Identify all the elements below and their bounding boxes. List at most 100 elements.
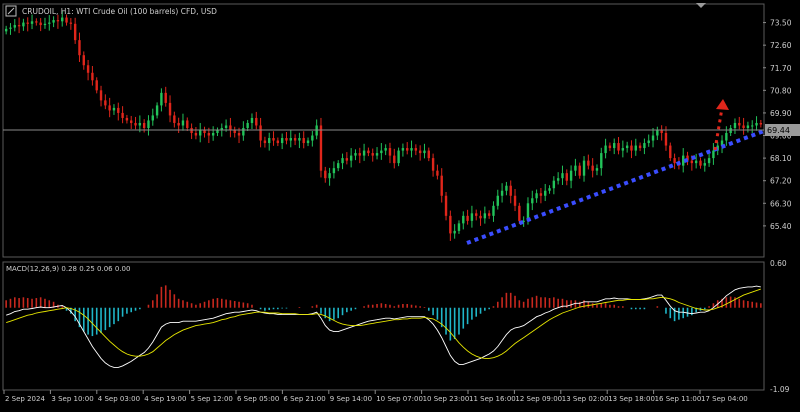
candle-body[interactable] [621,148,625,151]
candle-body[interactable] [186,120,189,128]
candle-body[interactable] [462,215,465,224]
candle-body[interactable] [112,107,116,111]
candle-body[interactable] [375,153,379,156]
candle-body[interactable] [358,153,361,156]
candle-body[interactable] [99,90,103,101]
candle-body[interactable] [518,205,521,221]
candle-body[interactable] [104,100,107,106]
candle-body[interactable] [173,115,176,123]
candle-body[interactable] [587,160,590,166]
candle-body[interactable] [164,92,167,103]
candle-body[interactable] [341,158,344,164]
candle-body[interactable] [436,170,439,176]
candle-body[interactable] [242,127,245,136]
candle-body[interactable] [539,193,543,196]
candle-body[interactable] [444,195,448,216]
candle-body[interactable] [565,173,568,181]
candle-body[interactable] [22,22,25,27]
candle-body[interactable] [302,138,305,144]
candle-body[interactable] [561,173,564,179]
candle-body[interactable] [91,72,94,81]
candle-body[interactable] [354,153,357,156]
candle-body[interactable] [500,190,504,196]
candle-body[interactable] [431,158,435,171]
candle-body[interactable] [608,145,612,149]
candle-body[interactable] [298,138,301,141]
candle-body[interactable] [556,178,560,181]
candle-body[interactable] [255,117,258,126]
candle-body[interactable] [544,190,547,196]
candle-body[interactable] [733,122,737,128]
candle-body[interactable] [177,122,180,126]
candle-body[interactable] [199,130,202,136]
candle-body[interactable] [703,163,706,166]
candle-body[interactable] [569,170,573,181]
candle-body[interactable] [427,150,430,159]
candle-body[interactable] [600,153,603,169]
candle-body[interactable] [397,150,400,164]
candle-body[interactable] [82,55,85,66]
candle-body[interactable] [311,135,314,141]
candle-body[interactable] [52,20,55,23]
candle-body[interactable] [643,143,646,149]
candle-body[interactable] [591,165,594,171]
candle-body[interactable] [487,213,491,216]
candle-body[interactable] [712,150,715,159]
candle-body[interactable] [48,22,51,24]
candle-body[interactable] [237,133,241,136]
candle-body[interactable] [95,80,98,91]
candle-body[interactable] [742,125,745,128]
candle-body[interactable] [250,117,254,123]
candle-body[interactable] [43,23,47,26]
candle-body[interactable] [203,130,206,134]
candle-body[interactable] [285,138,288,141]
candle-body[interactable] [548,188,551,191]
candle-body[interactable] [669,145,672,159]
candle-body[interactable] [414,148,418,151]
candle-body[interactable] [263,140,267,144]
candle-body[interactable] [513,195,517,206]
candle-body[interactable] [647,140,650,144]
candle-body[interactable] [453,230,456,234]
candle-body[interactable] [694,160,698,164]
candle-body[interactable] [78,40,81,56]
candle-body[interactable] [39,22,42,26]
candle-body[interactable] [328,173,331,179]
candle-body[interactable] [440,175,443,196]
candle-body[interactable] [690,160,694,164]
candle-body[interactable] [306,140,310,144]
candle-body[interactable] [268,138,271,144]
candle-body[interactable] [332,168,336,174]
candle-body[interactable] [207,133,211,136]
candle-body[interactable] [160,92,163,106]
candle-body[interactable] [151,115,154,121]
candle-body[interactable] [61,17,64,22]
candle-body[interactable] [634,145,637,151]
candle-body[interactable] [660,130,663,134]
candle-body[interactable] [155,105,159,116]
candle-body[interactable] [380,150,383,154]
candle-body[interactable] [233,130,236,134]
candle-body[interactable] [259,125,262,141]
candle-body[interactable] [617,143,620,151]
candle-body[interactable] [211,133,215,136]
candle-body[interactable] [26,22,29,24]
candle-body[interactable] [535,193,538,199]
candle-body[interactable] [86,65,90,73]
candle-body[interactable] [604,145,607,154]
candle-body[interactable] [578,165,581,176]
candle-body[interactable] [337,163,340,169]
candle-body[interactable] [362,150,366,156]
candle-body[interactable] [13,25,16,28]
candle-body[interactable] [664,133,668,146]
candle-body[interactable] [393,155,396,164]
candle-body[interactable] [319,125,323,171]
candle-body[interactable] [401,148,405,151]
candle-body[interactable] [388,148,392,156]
candle-body[interactable] [755,122,758,126]
candle-body[interactable] [613,143,616,149]
candle-body[interactable] [479,215,482,219]
candle-body[interactable] [246,122,249,128]
candle-body[interactable] [69,22,73,24]
candle-body[interactable] [216,130,219,134]
